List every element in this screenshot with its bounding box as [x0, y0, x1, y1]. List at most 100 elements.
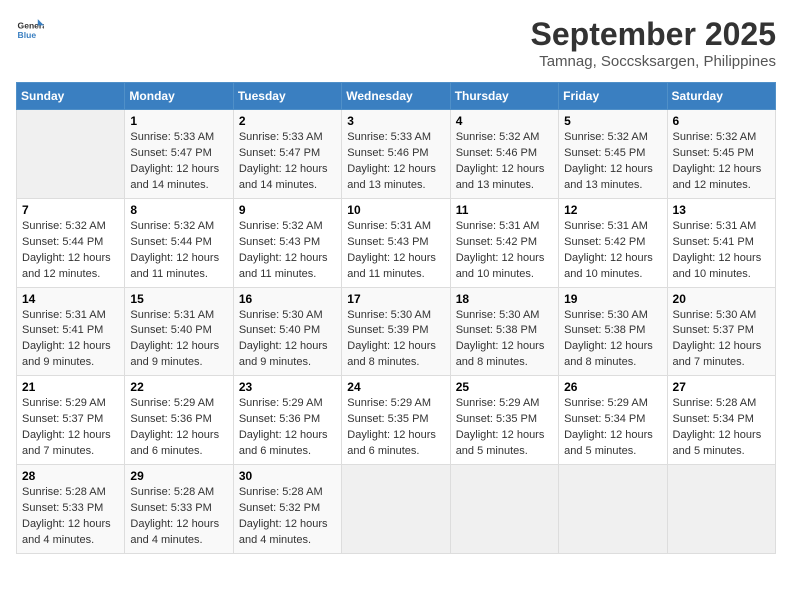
calendar-cell: 27Sunrise: 5:28 AM Sunset: 5:34 PM Dayli…: [667, 376, 775, 465]
day-info: Sunrise: 5:29 AM Sunset: 5:36 PM Dayligh…: [239, 396, 336, 460]
calendar-cell: 3 Sunrise: 5:33 AM Sunset: 5:46 PM Daylig…: [342, 110, 450, 199]
location-subtitle: Tamnag, Soccsksargen, Philippines: [531, 53, 776, 70]
calendar-cell: 19 Sunrise: 5:30 AM Sunset: 5:38 PM Dayli…: [559, 287, 667, 376]
weekday-header: Thursday: [450, 83, 558, 110]
day-number: 13: [673, 203, 770, 217]
day-number: 30: [239, 469, 336, 483]
day-info: Sunrise: 5:28 AM Sunset: 5:32 PM Dayligh…: [239, 485, 336, 549]
calendar-cell: [450, 465, 558, 554]
calendar-cell: 26 Sunrise: 5:29 AM Sunset: 5:34 PM Dayli…: [559, 376, 667, 465]
day-number: 21: [22, 380, 119, 394]
calendar-week-row: 28Sunrise: 5:28 AM Sunset: 5:33 PM Dayli…: [17, 465, 776, 554]
day-info: Sunrise: 5:28 AM Sunset: 5:33 PM Dayligh…: [130, 485, 227, 549]
calendar-cell: 13 Sunrise: 5:31 AM Sunset: 5:41 PM Dayli…: [667, 198, 775, 287]
calendar-cell: 30 Sunrise: 5:28 AM Sunset: 5:32 PM Dayli…: [233, 465, 341, 554]
calendar-cell: 18Sunrise: 5:30 AM Sunset: 5:38 PM Dayli…: [450, 287, 558, 376]
day-number: 16: [239, 292, 336, 306]
day-number: 5: [564, 114, 661, 128]
calendar-cell: 20 Sunrise: 5:30 AM Sunset: 5:37 PM Dayli…: [667, 287, 775, 376]
day-info: Sunrise: 5:29 AM Sunset: 5:34 PM Dayligh…: [564, 396, 661, 460]
day-info: Sunrise: 5:31 AM Sunset: 5:41 PM Dayligh…: [22, 308, 119, 372]
calendar-cell: 7Sunrise: 5:32 AM Sunset: 5:44 PM Daylig…: [17, 198, 125, 287]
logo: General Blue General Blue: [16, 16, 44, 44]
day-number: 11: [456, 203, 553, 217]
weekday-header: Monday: [125, 83, 233, 110]
calendar-cell: 16 Sunrise: 5:30 AM Sunset: 5:40 PM Dayli…: [233, 287, 341, 376]
calendar-cell: 12 Sunrise: 5:31 AM Sunset: 5:42 PM Dayli…: [559, 198, 667, 287]
day-number: 1: [130, 114, 227, 128]
day-number: 29: [130, 469, 227, 483]
day-number: 6: [673, 114, 770, 128]
day-number: 2: [239, 114, 336, 128]
day-number: 3: [347, 114, 444, 128]
calendar-cell: 21 Sunrise: 5:29 AM Sunset: 5:37 PM Dayli…: [17, 376, 125, 465]
calendar-cell: 14 Sunrise: 5:31 AM Sunset: 5:41 PM Dayli…: [17, 287, 125, 376]
calendar-cell: 2 Sunrise: 5:33 AM Sunset: 5:47 PM Daylig…: [233, 110, 341, 199]
calendar-cell: 9 Sunrise: 5:32 AM Sunset: 5:43 PM Daylig…: [233, 198, 341, 287]
day-info: Sunrise: 5:31 AM Sunset: 5:41 PM Dayligh…: [673, 219, 770, 283]
calendar-table: SundayMondayTuesdayWednesdayThursdayFrid…: [16, 82, 776, 554]
calendar-cell: 29 Sunrise: 5:28 AM Sunset: 5:33 PM Dayli…: [125, 465, 233, 554]
day-info: Sunrise: 5:32 AM Sunset: 5:43 PM Dayligh…: [239, 219, 336, 283]
calendar-cell: [342, 465, 450, 554]
day-number: 9: [239, 203, 336, 217]
calendar-cell: [17, 110, 125, 199]
calendar-cell: 4Sunrise: 5:32 AM Sunset: 5:46 PM Daylig…: [450, 110, 558, 199]
calendar-week-row: 14 Sunrise: 5:31 AM Sunset: 5:41 PM Dayli…: [17, 287, 776, 376]
calendar-cell: 10Sunrise: 5:31 AM Sunset: 5:43 PM Dayli…: [342, 198, 450, 287]
day-number: 15: [130, 292, 227, 306]
calendar-cell: 23Sunrise: 5:29 AM Sunset: 5:36 PM Dayli…: [233, 376, 341, 465]
calendar-header-row: SundayMondayTuesdayWednesdayThursdayFrid…: [17, 83, 776, 110]
day-number: 18: [456, 292, 553, 306]
calendar-cell: 6 Sunrise: 5:32 AM Sunset: 5:45 PM Daylig…: [667, 110, 775, 199]
day-info: Sunrise: 5:32 AM Sunset: 5:46 PM Dayligh…: [456, 130, 553, 194]
day-info: Sunrise: 5:29 AM Sunset: 5:37 PM Dayligh…: [22, 396, 119, 460]
calendar-week-row: 7Sunrise: 5:32 AM Sunset: 5:44 PM Daylig…: [17, 198, 776, 287]
day-number: 8: [130, 203, 227, 217]
day-info: Sunrise: 5:32 AM Sunset: 5:44 PM Dayligh…: [130, 219, 227, 283]
day-number: 26: [564, 380, 661, 394]
day-info: Sunrise: 5:33 AM Sunset: 5:47 PM Dayligh…: [239, 130, 336, 194]
day-info: Sunrise: 5:29 AM Sunset: 5:35 PM Dayligh…: [456, 396, 553, 460]
calendar-cell: 11 Sunrise: 5:31 AM Sunset: 5:42 PM Dayli…: [450, 198, 558, 287]
day-number: 10: [347, 203, 444, 217]
calendar-cell: 8 Sunrise: 5:32 AM Sunset: 5:44 PM Daylig…: [125, 198, 233, 287]
weekday-header: Saturday: [667, 83, 775, 110]
weekday-header: Tuesday: [233, 83, 341, 110]
day-number: 27: [673, 380, 770, 394]
calendar-cell: 17 Sunrise: 5:30 AM Sunset: 5:39 PM Dayli…: [342, 287, 450, 376]
day-number: 19: [564, 292, 661, 306]
day-info: Sunrise: 5:31 AM Sunset: 5:42 PM Dayligh…: [456, 219, 553, 283]
weekday-header: Wednesday: [342, 83, 450, 110]
calendar-cell: 28Sunrise: 5:28 AM Sunset: 5:33 PM Dayli…: [17, 465, 125, 554]
calendar-cell: 1 Sunrise: 5:33 AM Sunset: 5:47 PM Daylig…: [125, 110, 233, 199]
calendar-cell: 5 Sunrise: 5:32 AM Sunset: 5:45 PM Daylig…: [559, 110, 667, 199]
calendar-cell: 25Sunrise: 5:29 AM Sunset: 5:35 PM Dayli…: [450, 376, 558, 465]
svg-text:Blue: Blue: [18, 30, 37, 40]
calendar-cell: 15Sunrise: 5:31 AM Sunset: 5:40 PM Dayli…: [125, 287, 233, 376]
day-info: Sunrise: 5:32 AM Sunset: 5:45 PM Dayligh…: [564, 130, 661, 194]
day-info: Sunrise: 5:33 AM Sunset: 5:47 PM Dayligh…: [130, 130, 227, 194]
calendar-cell: [559, 465, 667, 554]
day-info: Sunrise: 5:31 AM Sunset: 5:42 PM Dayligh…: [564, 219, 661, 283]
day-info: Sunrise: 5:29 AM Sunset: 5:36 PM Dayligh…: [130, 396, 227, 460]
day-info: Sunrise: 5:30 AM Sunset: 5:37 PM Dayligh…: [673, 308, 770, 372]
calendar-cell: 22 Sunrise: 5:29 AM Sunset: 5:36 PM Dayli…: [125, 376, 233, 465]
weekday-header: Friday: [559, 83, 667, 110]
day-info: Sunrise: 5:30 AM Sunset: 5:40 PM Dayligh…: [239, 308, 336, 372]
calendar-cell: 24Sunrise: 5:29 AM Sunset: 5:35 PM Dayli…: [342, 376, 450, 465]
day-number: 14: [22, 292, 119, 306]
day-info: Sunrise: 5:30 AM Sunset: 5:38 PM Dayligh…: [564, 308, 661, 372]
day-info: Sunrise: 5:33 AM Sunset: 5:46 PM Dayligh…: [347, 130, 444, 194]
day-info: Sunrise: 5:28 AM Sunset: 5:33 PM Dayligh…: [22, 485, 119, 549]
day-number: 17: [347, 292, 444, 306]
day-number: 20: [673, 292, 770, 306]
title-block: September 2025 Tamnag, Soccsksargen, Phi…: [531, 16, 776, 70]
day-number: 22: [130, 380, 227, 394]
calendar-cell: [667, 465, 775, 554]
page-header: General Blue General Blue September 2025…: [16, 16, 776, 70]
day-info: Sunrise: 5:32 AM Sunset: 5:45 PM Dayligh…: [673, 130, 770, 194]
day-info: Sunrise: 5:30 AM Sunset: 5:39 PM Dayligh…: [347, 308, 444, 372]
day-number: 12: [564, 203, 661, 217]
logo-icon: General Blue: [16, 16, 44, 44]
